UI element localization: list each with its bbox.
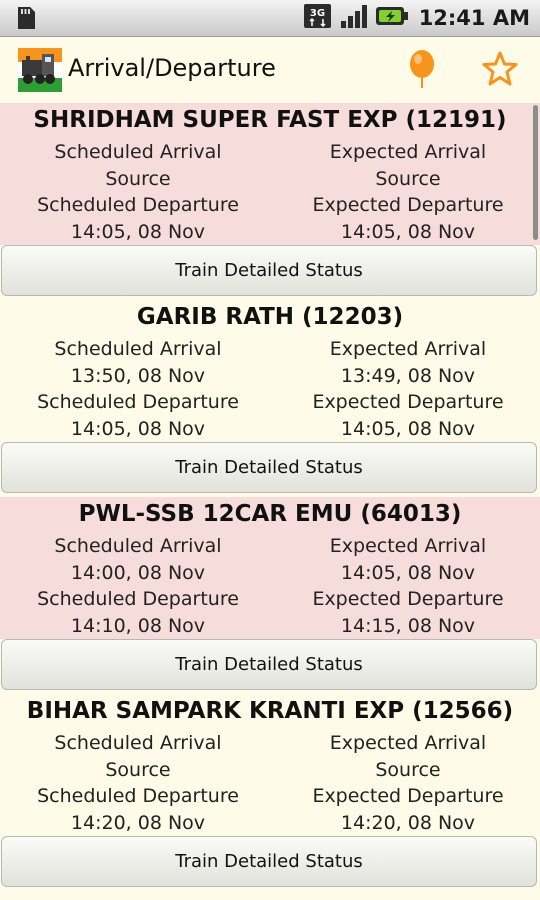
expected-departure-value: 14:05, 08 Nov <box>340 418 476 440</box>
expected-departure-value: 14:05, 08 Nov <box>340 221 476 243</box>
train-info: BIHAR SAMPARK KRANTI EXP (12566) Schedul… <box>0 694 540 836</box>
expected-departure-label: Expected Departure <box>312 194 504 216</box>
location-pin-button[interactable] <box>402 49 442 93</box>
scheduled-departure-label: Scheduled Departure <box>37 588 239 610</box>
train-card: PWL-SSB 12CAR EMU (64013) Scheduled Arri… <box>0 497 540 694</box>
expected-arrival-label: Expected Arrival <box>329 535 487 557</box>
status-bar: 3G 12:41 AM <box>0 0 540 37</box>
expected-arrival-label: Expected Arrival <box>329 141 487 163</box>
sd-card-icon <box>12 4 40 32</box>
scheduled-arrival-value: Source <box>105 168 171 190</box>
scheduled-departure-label: Scheduled Departure <box>37 391 239 413</box>
clock: 12:41 AM <box>418 6 530 30</box>
svg-text:3G: 3G <box>310 8 325 19</box>
battery-charging-icon <box>375 4 409 32</box>
page-title: Arrival/Departure <box>68 54 276 82</box>
train-info: SHRIDHAM SUPER FAST EXP (12191) Schedule… <box>0 103 540 245</box>
scheduled-arrival-value: 14:00, 08 Nov <box>70 562 206 584</box>
scheduled-departure-value: 14:20, 08 Nov <box>70 812 206 834</box>
train-detailed-status-button[interactable]: Train Detailed Status <box>1 245 537 296</box>
expected-arrival-value: 14:05, 08 Nov <box>340 562 476 584</box>
expected-arrival-value: Source <box>375 168 441 190</box>
scheduled-arrival-value: 13:50, 08 Nov <box>70 365 206 387</box>
expected-departure-label: Expected Departure <box>312 588 504 610</box>
expected-departure-label: Expected Departure <box>312 391 504 413</box>
favorite-button[interactable] <box>478 51 522 91</box>
train-name: PWL-SSB 12CAR EMU (64013) <box>78 501 462 527</box>
train-detailed-status-button[interactable]: Train Detailed Status <box>1 442 537 493</box>
expected-arrival-label: Expected Arrival <box>329 338 487 360</box>
scheduled-arrival-label: Scheduled Arrival <box>54 535 222 557</box>
scheduled-arrival-value: Source <box>105 759 171 781</box>
network-3g-icon: 3G <box>303 2 333 34</box>
train-info: PWL-SSB 12CAR EMU (64013) Scheduled Arri… <box>0 497 540 639</box>
scheduled-departure-label: Scheduled Departure <box>37 785 239 807</box>
star-icon <box>482 51 518 91</box>
expected-arrival-value: 13:49, 08 Nov <box>340 365 476 387</box>
train-detailed-status-button[interactable]: Train Detailed Status <box>1 639 537 690</box>
scheduled-arrival-label: Scheduled Arrival <box>54 141 222 163</box>
signal-icon <box>339 2 369 34</box>
expected-arrival-value: Source <box>375 759 441 781</box>
scheduled-departure-label: Scheduled Departure <box>37 194 239 216</box>
train-name: SHRIDHAM SUPER FAST EXP (12191) <box>33 107 507 133</box>
train-card: SHRIDHAM SUPER FAST EXP (12191) Schedule… <box>0 103 540 300</box>
expected-departure-value: 14:15, 08 Nov <box>340 615 476 637</box>
train-list: SHRIDHAM SUPER FAST EXP (12191) Schedule… <box>0 103 540 891</box>
action-bar: Arrival/Departure <box>0 37 540 103</box>
app-logo-icon <box>18 48 62 92</box>
scheduled-departure-value: 14:05, 08 Nov <box>70 221 206 243</box>
expected-arrival-label: Expected Arrival <box>329 732 487 754</box>
scheduled-departure-value: 14:05, 08 Nov <box>70 418 206 440</box>
location-pin-icon <box>407 49 437 93</box>
train-card: GARIB RATH (12203) Scheduled Arrival Exp… <box>0 300 540 497</box>
expected-departure-label: Expected Departure <box>312 785 504 807</box>
expected-departure-value: 14:20, 08 Nov <box>340 812 476 834</box>
train-card: BIHAR SAMPARK KRANTI EXP (12566) Schedul… <box>0 694 540 891</box>
train-name: GARIB RATH (12203) <box>136 304 404 330</box>
scheduled-arrival-label: Scheduled Arrival <box>54 732 222 754</box>
scheduled-departure-value: 14:10, 08 Nov <box>70 615 206 637</box>
scheduled-arrival-label: Scheduled Arrival <box>54 338 222 360</box>
scrollbar[interactable] <box>533 105 538 240</box>
train-name: BIHAR SAMPARK KRANTI EXP (12566) <box>26 698 514 724</box>
train-info: GARIB RATH (12203) Scheduled Arrival Exp… <box>0 300 540 442</box>
train-detailed-status-button[interactable]: Train Detailed Status <box>1 836 537 887</box>
